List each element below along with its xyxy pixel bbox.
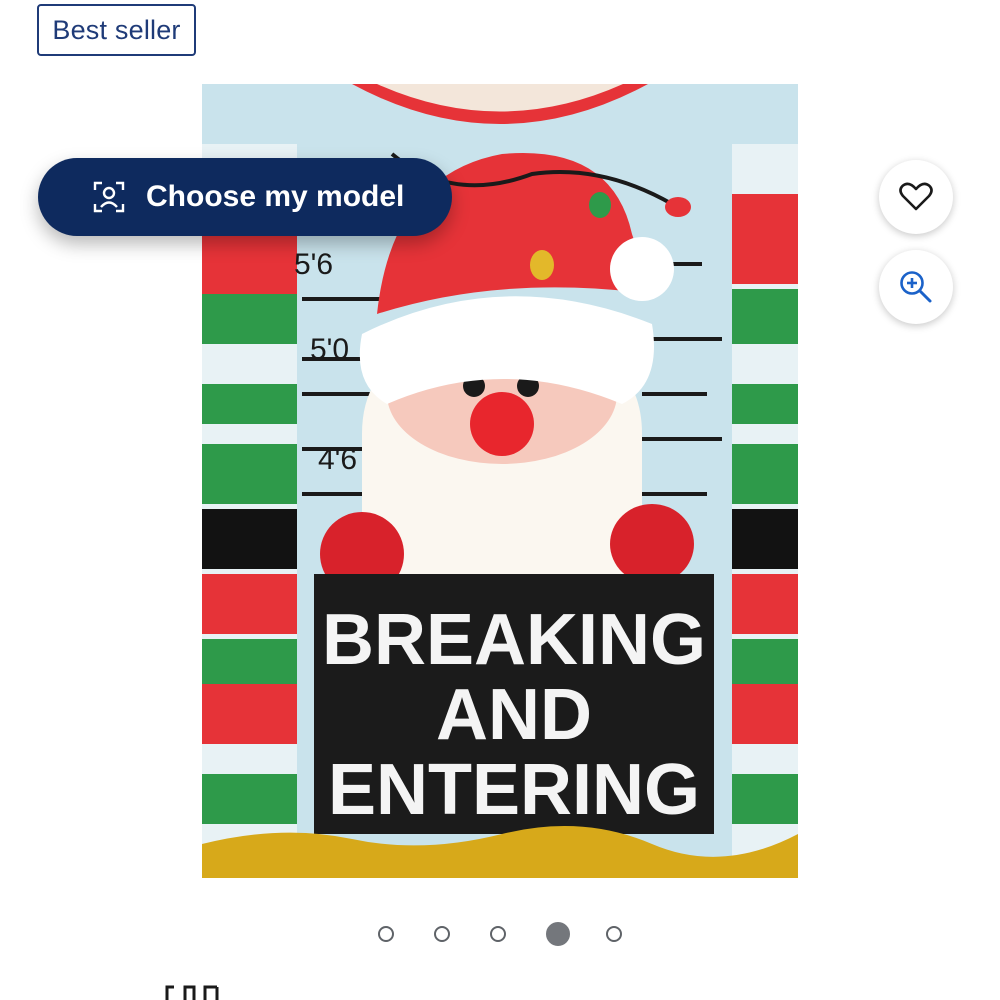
- person-scan-icon: [92, 180, 126, 214]
- favorite-button[interactable]: [879, 160, 953, 234]
- carousel-dot-4[interactable]: [546, 922, 570, 946]
- truncated-glyphs: [165, 985, 219, 1000]
- choose-model-label: Choose my model: [146, 180, 405, 213]
- zoom-in-icon: [900, 271, 932, 303]
- choose-model-button[interactable]: Choose my model: [38, 158, 452, 236]
- height-mark-1: 5'6: [294, 248, 333, 281]
- carousel-dot-2[interactable]: [434, 926, 450, 942]
- carousel-dot-1[interactable]: [378, 926, 394, 942]
- sweater-text-line-3: ENTERING: [328, 750, 700, 830]
- height-mark-2: 5'0: [310, 333, 349, 366]
- carousel-dot-5[interactable]: [606, 926, 622, 942]
- sweater-text-line-2: AND: [436, 675, 592, 755]
- zoom-button[interactable]: [879, 250, 953, 324]
- carousel-dot-3[interactable]: [490, 926, 506, 942]
- heart-icon: [899, 182, 933, 211]
- next-section-peek: [165, 982, 225, 1000]
- sweater-text-line-1: BREAKING: [322, 600, 706, 680]
- product-page: Best seller 5'6 5'0 4'6 BREAKING AND ENT…: [0, 0, 1000, 1000]
- height-mark-3: 4'6: [318, 443, 357, 476]
- best-seller-badge: Best seller: [37, 4, 196, 56]
- carousel-dots: [378, 921, 662, 947]
